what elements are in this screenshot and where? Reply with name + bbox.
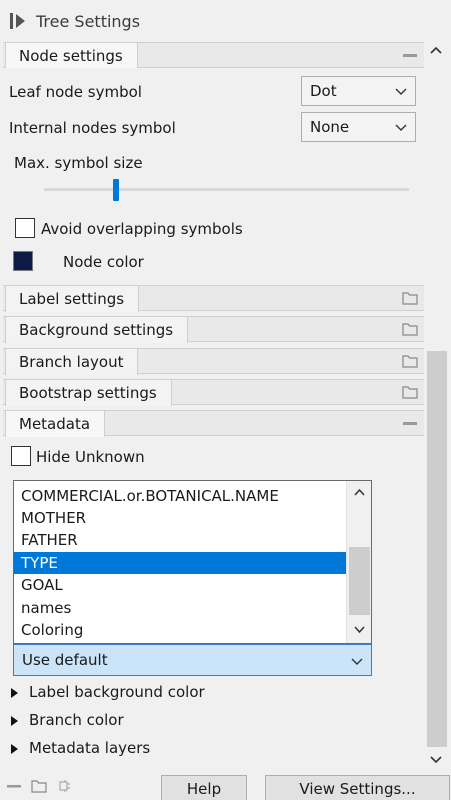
folder-icon[interactable]: [402, 385, 418, 399]
scroll-up-icon[interactable]: [354, 488, 365, 496]
list-item[interactable]: MOTHER: [14, 507, 346, 529]
node-color-swatch[interactable]: [13, 251, 33, 271]
expand-arrow-icon[interactable]: [11, 744, 18, 754]
internal-symbol-value: None: [310, 118, 350, 136]
tree-item-label: Metadata layers: [29, 739, 151, 757]
max-symbol-size-slider-handle[interactable]: [113, 179, 119, 201]
label-settings-tab[interactable]: Label settings: [5, 285, 140, 312]
avoid-overlap-label: Avoid overlapping symbols: [41, 220, 243, 238]
help-button[interactable]: Help: [161, 775, 247, 800]
folder-icon[interactable]: [402, 291, 418, 305]
metadata-tab[interactable]: Metadata: [5, 410, 106, 437]
node-settings-tab[interactable]: Node settings: [5, 42, 138, 69]
metadata-field-list[interactable]: COMMERCIAL.or.BOTANICAL.NAME MOTHER FATH…: [13, 480, 372, 644]
main-scrollbar[interactable]: [424, 42, 448, 772]
leaf-symbol-value: Dot: [310, 82, 337, 100]
dock-icon[interactable]: [57, 778, 73, 794]
tree-item-label: Label background color: [29, 683, 205, 701]
hide-unknown-checkbox[interactable]: [11, 446, 31, 466]
list-scrollbar[interactable]: [346, 481, 371, 643]
leaf-symbol-select[interactable]: Dot: [301, 76, 416, 106]
collapse-panel-icon[interactable]: [9, 12, 27, 30]
view-settings-button[interactable]: View Settings...: [265, 775, 450, 800]
collapse-section-icon[interactable]: [402, 48, 418, 62]
list-item[interactable]: Coloring: [14, 619, 346, 641]
list-scrollbar-thumb[interactable]: [349, 547, 370, 615]
list-item[interactable]: COMMERCIAL.or.BOTANICAL.NAME: [14, 485, 346, 507]
scroll-up-icon[interactable]: [430, 46, 442, 54]
branch-layout-header[interactable]: Branch layout: [3, 348, 424, 375]
expand-arrow-icon[interactable]: [11, 716, 18, 726]
max-symbol-size-slider-track[interactable]: [44, 188, 409, 191]
metadata-default-select[interactable]: Use default: [13, 644, 372, 676]
collapse-section-icon[interactable]: [402, 416, 418, 430]
node-settings-header[interactable]: Node settings: [3, 42, 424, 69]
node-color-label: Node color: [63, 253, 144, 271]
chevron-down-icon: [351, 658, 363, 665]
internal-symbol-select[interactable]: None: [301, 112, 416, 142]
leaf-symbol-label: Leaf node symbol: [9, 83, 142, 101]
title-bar: Tree Settings: [0, 0, 451, 42]
settings-scroll-area: Node settings Leaf node symbol Dot Inter…: [3, 42, 424, 772]
collapse-all-icon[interactable]: [6, 778, 22, 794]
list-item[interactable]: FATHER: [14, 529, 346, 551]
folder-icon[interactable]: [31, 778, 47, 794]
internal-symbol-label: Internal nodes symbol: [9, 119, 176, 137]
list-item-selected[interactable]: TYPE: [14, 552, 346, 574]
branch-layout-tab[interactable]: Branch layout: [5, 348, 139, 375]
metadata-default-value: Use default: [22, 651, 108, 669]
avoid-overlap-checkbox[interactable]: [15, 218, 35, 238]
bootstrap-settings-tab[interactable]: Bootstrap settings: [5, 379, 172, 406]
chevron-down-icon: [395, 88, 407, 95]
window-title: Tree Settings: [36, 12, 141, 31]
chevron-down-icon: [395, 124, 407, 131]
label-settings-header[interactable]: Label settings: [3, 285, 424, 312]
footer-bar: Help View Settings...: [0, 772, 451, 800]
folder-icon[interactable]: [402, 322, 418, 336]
list-item[interactable]: names: [14, 597, 346, 619]
main-scrollbar-thumb[interactable]: [427, 351, 447, 747]
background-settings-header[interactable]: Background settings: [3, 316, 424, 343]
metadata-header[interactable]: Metadata: [3, 410, 424, 437]
background-settings-tab[interactable]: Background settings: [5, 316, 189, 343]
list-item[interactable]: GOAL: [14, 574, 346, 596]
tree-item-label: Branch color: [29, 711, 124, 729]
bootstrap-settings-header[interactable]: Bootstrap settings: [3, 379, 424, 406]
scroll-down-icon[interactable]: [430, 756, 442, 764]
max-symbol-size-label: Max. symbol size: [14, 154, 143, 172]
scroll-down-icon[interactable]: [354, 626, 365, 634]
folder-icon[interactable]: [402, 354, 418, 368]
node-settings-panel: Leaf node symbol Dot Internal nodes symb…: [3, 68, 424, 303]
expand-arrow-icon[interactable]: [11, 688, 18, 698]
hide-unknown-label: Hide Unknown: [36, 448, 145, 466]
